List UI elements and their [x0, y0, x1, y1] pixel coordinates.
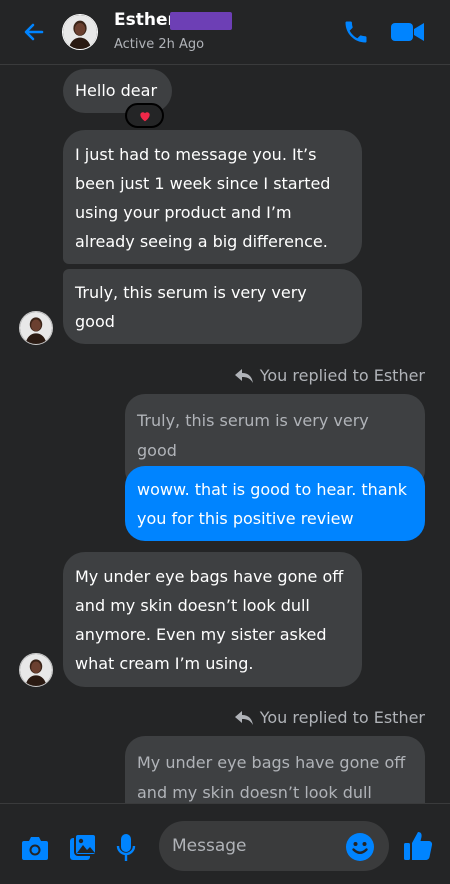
redacted-name-block: [170, 12, 232, 30]
chat-header: Esther Active 2h Ago: [0, 0, 450, 65]
contact-status: Active 2h Ago: [114, 37, 205, 52]
message-bubble-incoming[interactable]: I just had to message you. It’s been jus…: [63, 130, 362, 264]
contact-avatar-small[interactable]: [19, 311, 53, 345]
message-reaction[interactable]: [125, 103, 164, 128]
replied-label: You replied to Esther: [234, 708, 425, 727]
message-bubble-incoming[interactable]: My under eye bags have gone off and my s…: [63, 552, 362, 687]
message-bubble-outgoing[interactable]: woww. that is good to hear. thank you fo…: [125, 466, 425, 541]
gallery-icon[interactable]: [69, 833, 97, 861]
microphone-icon[interactable]: [116, 833, 136, 863]
contact-avatar-small[interactable]: [19, 653, 53, 687]
message-bubble-incoming[interactable]: Truly, this serum is very very good: [63, 269, 362, 344]
back-arrow-icon[interactable]: [22, 20, 46, 44]
replied-label: You replied to Esther: [234, 366, 425, 385]
emoji-icon[interactable]: [345, 832, 375, 862]
replied-label-text: You replied to Esther: [259, 366, 425, 385]
phone-icon[interactable]: [342, 18, 370, 46]
thumbs-up-icon[interactable]: [403, 830, 433, 862]
reply-arrow-icon: [234, 710, 253, 725]
contact-avatar[interactable]: [62, 14, 98, 50]
video-call-icon[interactable]: [390, 20, 426, 44]
camera-icon[interactable]: [21, 835, 49, 861]
replied-label-text: You replied to Esther: [259, 708, 425, 727]
red-heart-emoji-icon: [139, 111, 150, 121]
contact-name[interactable]: Esther: [114, 10, 176, 30]
reply-arrow-icon: [234, 368, 253, 383]
message-composer: [0, 803, 450, 884]
